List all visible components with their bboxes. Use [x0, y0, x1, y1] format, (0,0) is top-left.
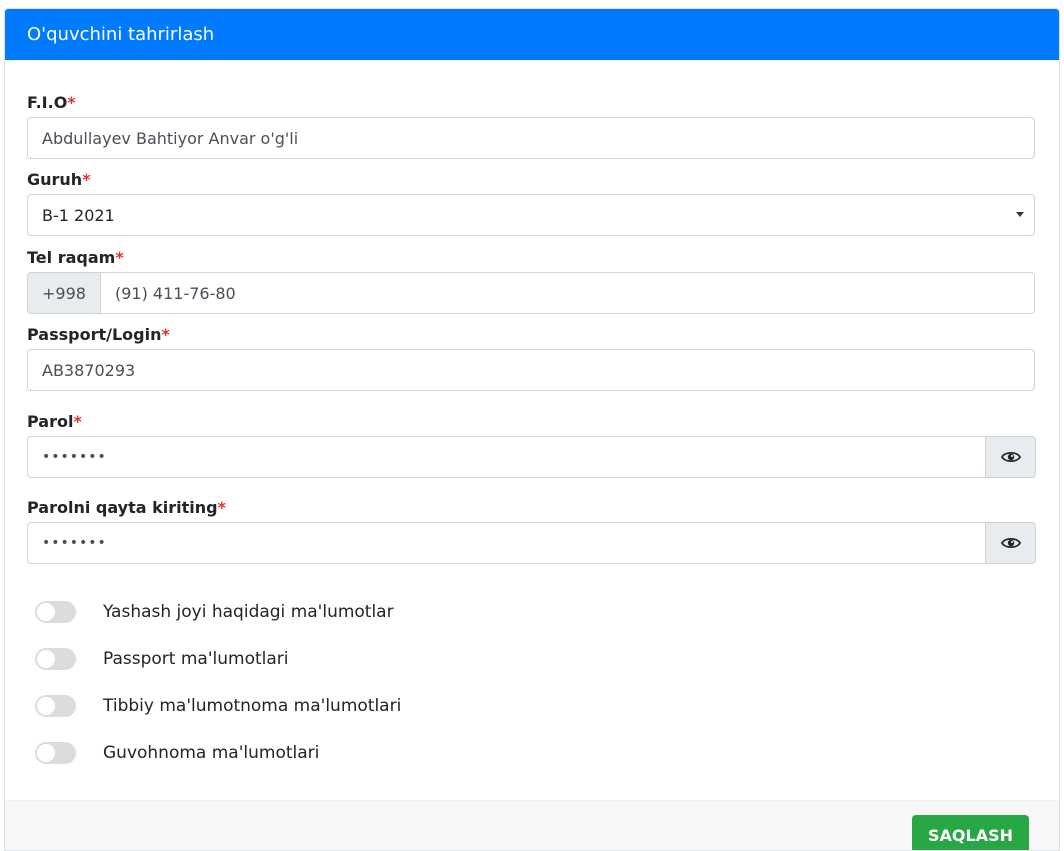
- fio-input[interactable]: Abdullayev Bahtiyor Anvar o'g'li: [27, 117, 1035, 159]
- eye-icon: [1000, 451, 1021, 463]
- password-input-group: •••••••: [27, 436, 1036, 478]
- password-repeat-value: •••••••: [42, 535, 107, 551]
- toggle-knob: [37, 650, 55, 668]
- fio-value: Abdullayev Bahtiyor Anvar o'g'li: [42, 128, 299, 148]
- toggle-switch[interactable]: [35, 648, 76, 670]
- toggle-knob: [37, 744, 55, 762]
- phone-input-group: +998 (91) 411-76-80: [27, 272, 1035, 314]
- toggle-residence-info[interactable]: Yashash joyi haqidagi ma'lumotlar: [35, 600, 394, 624]
- toggle-medical-info[interactable]: Tibbiy ma'lumotnoma ma'lumotlari: [35, 694, 401, 718]
- group-label-text: Guruh: [27, 170, 83, 189]
- toggle-label: Yashash joyi haqidagi ma'lumotlar: [103, 602, 394, 622]
- required-mark: *: [73, 412, 82, 431]
- password-repeat-label-text: Parolni qayta kiriting: [27, 498, 218, 517]
- group-value: B-1 2021: [42, 205, 115, 225]
- show-password-repeat-button[interactable]: [986, 522, 1036, 564]
- required-mark: *: [217, 498, 226, 517]
- passport-label: Passport/Login*: [27, 325, 170, 344]
- password-input[interactable]: •••••••: [27, 436, 986, 478]
- passport-value: AB3870293: [42, 360, 136, 380]
- save-button[interactable]: SAQLASH: [912, 815, 1029, 850]
- group-label: Guruh*: [27, 170, 91, 189]
- fio-label-text: F.I.O: [27, 93, 68, 112]
- toggle-switch[interactable]: [35, 601, 76, 623]
- phone-label: Tel raqam*: [27, 248, 124, 267]
- show-password-button[interactable]: [986, 436, 1036, 478]
- toggle-label: Passport ma'lumotlari: [103, 649, 289, 669]
- card-header: O'quvchini tahrirlash: [5, 9, 1059, 60]
- passport-input[interactable]: AB3870293: [27, 349, 1035, 391]
- phone-label-text: Tel raqam: [27, 248, 116, 267]
- card-footer: SAQLASH: [5, 800, 1059, 850]
- toggle-knob: [37, 603, 55, 621]
- toggle-passport-info[interactable]: Passport ma'lumotlari: [35, 647, 289, 671]
- required-mark: *: [161, 325, 170, 344]
- toggle-certificate-info[interactable]: Guvohnoma ma'lumotlari: [35, 741, 319, 765]
- password-repeat-input[interactable]: •••••••: [27, 522, 986, 564]
- phone-prefix: +998: [27, 272, 101, 314]
- required-mark: *: [67, 93, 76, 112]
- required-mark: *: [82, 170, 91, 189]
- toggle-label: Tibbiy ma'lumotnoma ma'lumotlari: [103, 696, 402, 716]
- password-repeat-label: Parolni qayta kiriting*: [27, 498, 226, 517]
- password-repeat-input-group: •••••••: [27, 522, 1036, 564]
- fio-label: F.I.O*: [27, 93, 76, 112]
- password-label: Parol*: [27, 412, 82, 431]
- passport-label-text: Passport/Login: [27, 325, 162, 344]
- toggle-label: Guvohnoma ma'lumotlari: [103, 743, 320, 763]
- group-select[interactable]: B-1 2021: [27, 194, 1035, 236]
- toggle-switch[interactable]: [35, 695, 76, 717]
- eye-icon: [1000, 537, 1021, 549]
- page-title: O'quvchini tahrirlash: [27, 24, 215, 45]
- edit-student-card: O'quvchini tahrirlash F.I.O* Abdullayev …: [4, 8, 1060, 851]
- required-mark: *: [115, 248, 124, 267]
- toggle-switch[interactable]: [35, 742, 76, 764]
- toggle-knob: [37, 697, 55, 715]
- phone-value: (91) 411-76-80: [115, 283, 236, 303]
- phone-input[interactable]: (91) 411-76-80: [101, 272, 1035, 314]
- password-value: •••••••: [42, 449, 107, 465]
- caret-down-icon: [1016, 212, 1024, 217]
- password-label-text: Parol: [27, 412, 74, 431]
